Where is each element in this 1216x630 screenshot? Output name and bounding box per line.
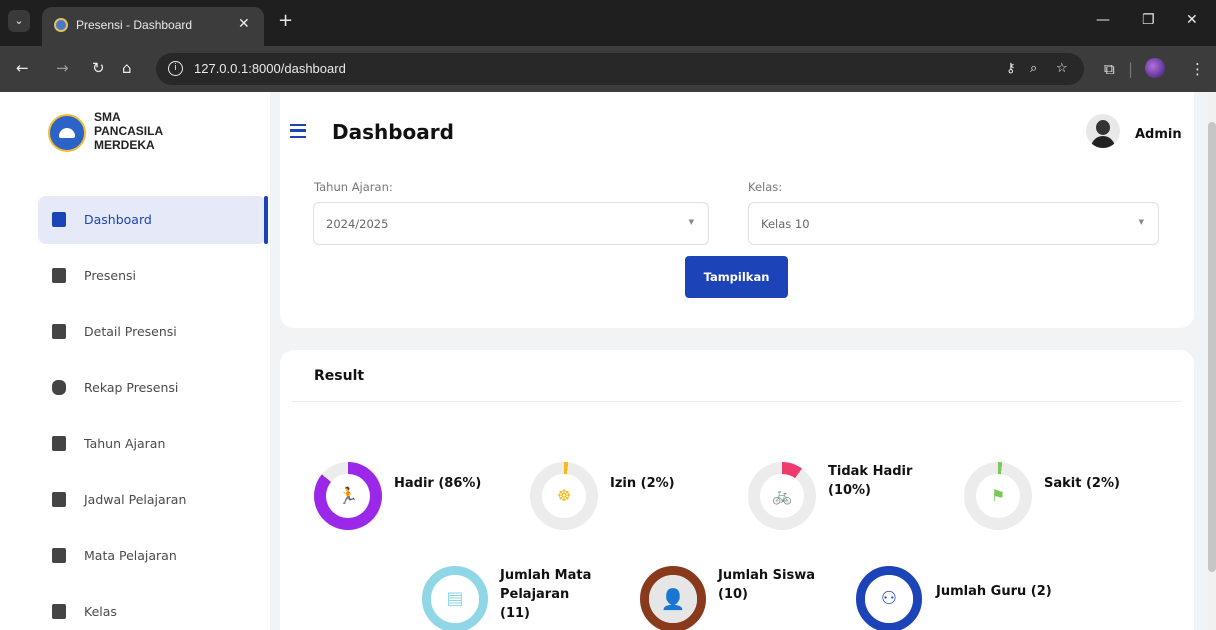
database-icon xyxy=(52,380,66,395)
school-logo-icon xyxy=(48,114,86,152)
sidebar-item-label: Jadwal Pelajaran xyxy=(84,492,187,507)
password-key-icon[interactable]: ⚷ xyxy=(1006,61,1016,76)
sakit-progress-ring: ⚑ xyxy=(964,462,1032,530)
forward-icon[interactable]: → xyxy=(56,60,69,76)
sidebar-item-dashboard[interactable]: Dashboard xyxy=(38,196,266,244)
reload-icon[interactable]: ↻ xyxy=(92,60,105,76)
sidebar-item-label: Tahun Ajaran xyxy=(84,436,166,451)
filter-card: Tahun Ajaran: 2024/2025 ▼ Kelas: Kelas 1… xyxy=(280,176,1194,328)
kelas-label: Kelas: xyxy=(748,180,783,194)
building-icon xyxy=(52,604,66,619)
dashboard-icon xyxy=(52,212,66,227)
chevron-down-icon: ▼ xyxy=(1138,218,1144,226)
hadir-progress-ring: 🏃 xyxy=(314,462,382,530)
stat-label: Hadir (86%) xyxy=(394,476,482,491)
stat-label: Izin (2%) xyxy=(610,476,675,491)
calendar-grid-icon xyxy=(52,492,66,507)
tahun-ajaran-value: 2024/2025 xyxy=(326,217,389,231)
tidak-hadir-progress-ring: 🚲 xyxy=(748,462,816,530)
active-indicator xyxy=(264,196,268,244)
address-bar: ← → ↻ ⌂ i 127.0.0.1:8000/dashboard ⚷ ⌕ ☆… xyxy=(0,46,1216,92)
tab-title: Presensi - Dashboard xyxy=(76,18,193,32)
tampilkan-button[interactable]: Tampilkan xyxy=(685,256,788,298)
hamburger-menu-icon[interactable] xyxy=(290,124,306,138)
result-card: Result 🏃 Hadir (86%) ☸ Izin (2%) 🚲 Tidak… xyxy=(280,350,1194,630)
sidebar-item-label: Mata Pelajaran xyxy=(84,548,177,563)
kelas-select[interactable]: Kelas 10 ▼ xyxy=(748,202,1159,245)
sidebar-item-tahun-ajaran[interactable]: Tahun Ajaran xyxy=(38,420,266,468)
divider xyxy=(292,401,1182,402)
tahun-ajaran-select[interactable]: 2024/2025 ▼ xyxy=(313,202,709,245)
sidebar-item-rekap-presensi[interactable]: Rekap Presensi xyxy=(38,364,266,412)
sidebar-item-detail-presensi[interactable]: Detail Presensi xyxy=(38,308,266,356)
running-icon: 🏃 xyxy=(326,474,370,518)
tahun-ajaran-label: Tahun Ajaran: xyxy=(314,180,393,194)
url-field[interactable]: i 127.0.0.1:8000/dashboard ⚷ ⌕ ☆ xyxy=(156,53,1084,85)
kelas-value: Kelas 10 xyxy=(761,217,810,231)
teacher-ring: ⚇ xyxy=(856,566,922,630)
more-menu-icon[interactable]: ⋮ xyxy=(1190,60,1205,78)
izin-progress-ring: ☸ xyxy=(530,462,598,530)
site-info-icon[interactable]: i xyxy=(168,61,183,76)
sidebar-item-presensi[interactable]: Presensi xyxy=(38,252,266,300)
sidebar-item-label: Detail Presensi xyxy=(84,324,177,339)
browser-tab-strip: ⌄ Presensi - Dashboard ✕ + — ❐ ✕ xyxy=(0,0,1216,46)
sidebar-item-label: Kelas xyxy=(84,604,117,619)
page-title: Dashboard xyxy=(332,120,454,144)
student-ring: 👤 xyxy=(640,566,706,630)
toolbar-divider: | xyxy=(1128,60,1134,78)
calendar-icon xyxy=(52,436,66,451)
chevron-down-icon: ▼ xyxy=(688,218,694,226)
brand-name: SMA PANCASILA MERDEKA xyxy=(94,110,214,152)
teacher-icon: ⚇ xyxy=(865,575,913,623)
student-icon: 👤 xyxy=(649,575,697,623)
user-name[interactable]: Admin xyxy=(1135,127,1182,142)
calendar-check-icon xyxy=(52,324,66,339)
brand-line: PANCASILA xyxy=(94,124,164,138)
url-text: 127.0.0.1:8000/dashboard xyxy=(194,61,346,76)
brand-line: SMA xyxy=(94,110,121,124)
calendar-check-icon xyxy=(52,268,66,283)
meditation-icon: ☸ xyxy=(542,474,586,518)
app-viewport: SMA PANCASILA MERDEKA Dashboard Presensi… xyxy=(0,92,1216,630)
sidebar-item-label: Rekap Presensi xyxy=(84,380,179,395)
scrollbar-thumb[interactable] xyxy=(1208,122,1216,572)
zoom-icon[interactable]: ⌕ xyxy=(1030,61,1037,76)
stat-label: Tidak Hadir (10%) xyxy=(828,464,913,498)
stat-label: Jumlah Siswa (10) xyxy=(718,568,815,602)
sidebar-item-label: Presensi xyxy=(84,268,136,283)
result-title: Result xyxy=(314,368,365,384)
tab-close-icon[interactable]: ✕ xyxy=(238,16,250,32)
brand-line: MERDEKA xyxy=(94,138,155,152)
top-header: Dashboard Admin xyxy=(280,92,1194,176)
browser-tab[interactable]: Presensi - Dashboard ✕ xyxy=(42,7,264,46)
back-icon[interactable]: ← xyxy=(16,60,29,76)
page-scrollbar[interactable] xyxy=(1208,92,1216,630)
favicon-icon xyxy=(54,18,68,32)
sidebar-item-label: Dashboard xyxy=(84,212,152,227)
home-icon[interactable]: ⌂ xyxy=(122,60,132,76)
tab-search-icon[interactable]: ⌄ xyxy=(8,10,30,32)
extensions-icon[interactable]: ⧉ xyxy=(1104,60,1115,78)
sidebar-item-mata-pelajaran[interactable]: Mata Pelajaran xyxy=(38,532,266,580)
bookmark-star-icon[interactable]: ☆ xyxy=(1056,61,1068,76)
subject-icon: ▤ xyxy=(431,575,479,623)
stat-label: Sakit (2%) xyxy=(1044,476,1120,491)
stat-label: Jumlah Guru (2) xyxy=(936,584,1052,599)
sidebar: SMA PANCASILA MERDEKA Dashboard Presensi… xyxy=(0,92,270,630)
restore-icon[interactable]: ❐ xyxy=(1142,12,1155,28)
flag-icon: ⚑ xyxy=(976,474,1020,518)
sidebar-item-jadwal-pelajaran[interactable]: Jadwal Pelajaran xyxy=(38,476,266,524)
subject-ring: ▤ xyxy=(422,566,488,630)
cycling-icon: 🚲 xyxy=(760,474,804,518)
user-avatar[interactable] xyxy=(1086,114,1120,148)
close-window-icon[interactable]: ✕ xyxy=(1186,12,1198,28)
stat-label: Jumlah Mata Pelajaran (11) xyxy=(500,568,592,621)
profile-avatar-icon[interactable] xyxy=(1145,58,1165,78)
new-tab-icon[interactable]: + xyxy=(278,12,293,30)
book-icon xyxy=(52,548,66,563)
minimize-icon[interactable]: — xyxy=(1096,12,1110,28)
sidebar-item-kelas[interactable]: Kelas xyxy=(38,588,266,630)
